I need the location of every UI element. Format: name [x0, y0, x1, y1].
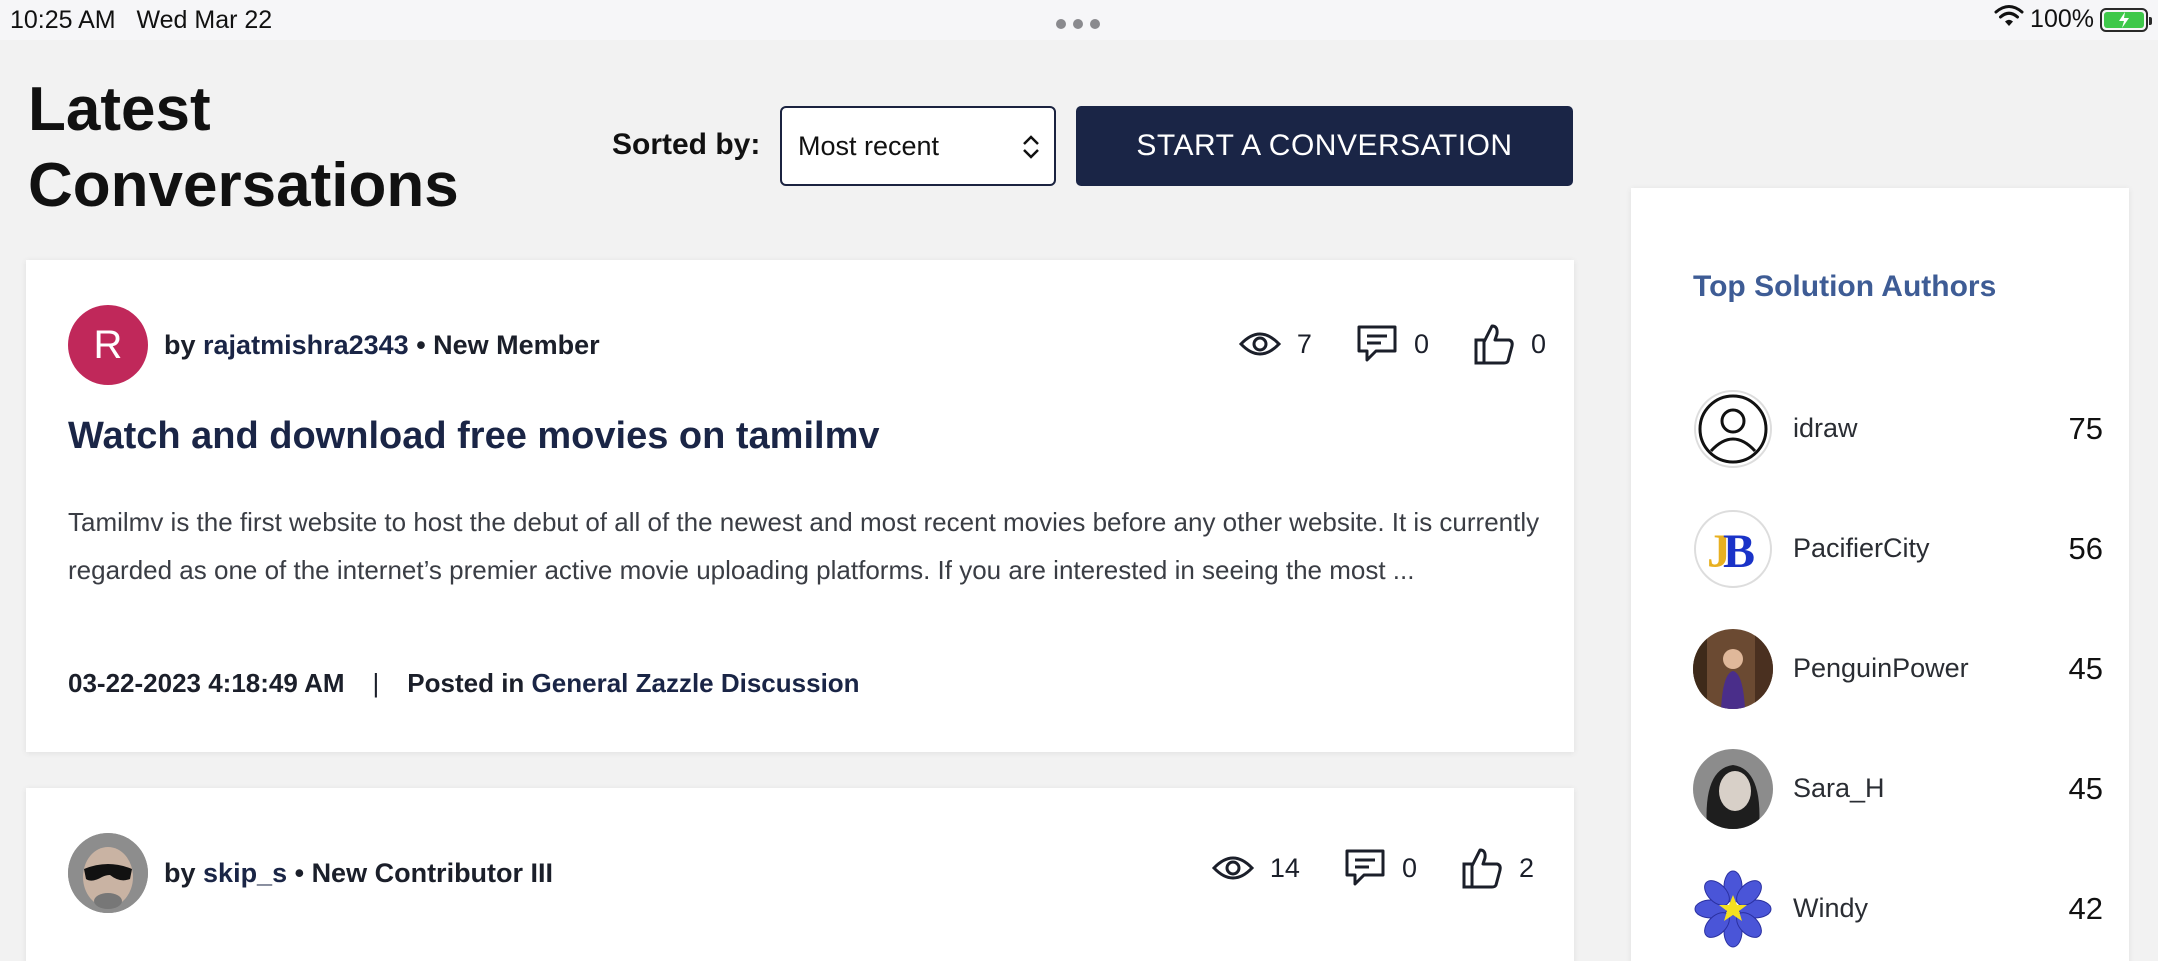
start-conversation-button[interactable]: START A CONVERSATION: [1076, 106, 1573, 186]
replies-count: 0: [1413, 328, 1429, 359]
replies-stat: 0: [1344, 848, 1417, 888]
battery-icon: [2100, 7, 2152, 32]
kudos-stat[interactable]: 0: [1473, 322, 1546, 366]
views-stat: 7: [1238, 328, 1312, 360]
chevron-updown-icon: [1023, 135, 1039, 159]
sort-select[interactable]: Most recent: [780, 106, 1056, 186]
views-stat: 14: [1211, 852, 1300, 884]
sort-select-value: Most recent: [798, 130, 940, 161]
byline-prefix: by: [164, 858, 196, 888]
author-solution-count: 75: [2068, 411, 2103, 446]
author-link[interactable]: rajatmishra2343: [203, 330, 409, 360]
author-row[interactable]: idraw 75: [1693, 389, 2103, 469]
comment-icon: [1345, 849, 1385, 886]
author-name[interactable]: idraw: [1793, 413, 1858, 444]
views-count: 7: [1296, 328, 1312, 359]
author-row[interactable]: JB PacifierCity 56: [1693, 509, 2103, 589]
author-solution-count: 45: [2068, 651, 2103, 686]
post-excerpt: Tamilmv is the first website to host the…: [68, 507, 1540, 585]
posted-in-label: Posted in: [407, 668, 525, 698]
kudos-stat[interactable]: 2: [1461, 846, 1534, 890]
byline-prefix: by: [164, 330, 196, 360]
author-row[interactable]: Windy 42: [1693, 869, 2103, 949]
author-solution-count: 56: [2068, 531, 2103, 566]
sort-label: Sorted by:: [612, 128, 761, 161]
status-time-date: 10:25 AM Wed Mar 22: [10, 6, 272, 35]
conversation-card: R by rajatmishra2343 • New Member 7 0 0 …: [26, 260, 1574, 752]
post-stats: 14 0 2: [1211, 846, 1534, 890]
avatar[interactable]: [1693, 749, 1773, 829]
eye-icon: [1238, 332, 1281, 356]
sidebar-title: Top Solution Authors: [1693, 270, 1997, 303]
author-rank: • New Member: [416, 330, 600, 360]
eye-icon: [1211, 856, 1254, 880]
post-stats: 7 0 0: [1238, 322, 1546, 366]
board-link[interactable]: General Zazzle Discussion: [532, 668, 860, 699]
svg-text:B: B: [1723, 525, 1755, 578]
status-date: Wed Mar 22: [136, 6, 273, 34]
status-time: 10:25 AM: [10, 6, 116, 34]
author-solution-count: 45: [2068, 771, 2103, 806]
avatar[interactable]: [1693, 629, 1773, 709]
battery-percent: 100%: [2030, 5, 2094, 33]
post-byline: by rajatmishra2343 • New Member: [164, 330, 600, 361]
author-solution-count: 42: [2068, 891, 2103, 926]
replies-count: 0: [1401, 852, 1417, 883]
author-rank: • New Contributor III: [294, 858, 554, 888]
avatar[interactable]: [68, 833, 148, 913]
status-bar: 10:25 AM Wed Mar 22 100%: [0, 0, 2158, 40]
meta-separator: |: [372, 668, 380, 698]
status-right: 100%: [1994, 4, 2152, 35]
post-title-link[interactable]: Watch and download free movies on tamilm…: [68, 415, 880, 458]
author-row[interactable]: Sara_H 45: [1693, 749, 2103, 829]
author-name[interactable]: PenguinPower: [1793, 653, 1969, 684]
post-date: 03-22-2023 4:18:49 AM: [68, 668, 345, 698]
author-link[interactable]: skip_s: [203, 858, 287, 888]
author-row[interactable]: PenguinPower 45: [1693, 629, 2103, 709]
comment-icon: [1357, 325, 1397, 362]
author-name[interactable]: Sara_H: [1793, 773, 1885, 804]
wifi-icon: [1994, 4, 2024, 35]
replies-stat: 0: [1356, 324, 1429, 364]
author-name[interactable]: PacifierCity: [1793, 533, 1930, 564]
avatar[interactable]: [1693, 869, 1773, 949]
multitasking-dots-icon[interactable]: [1056, 19, 1100, 29]
thumbs-up-icon[interactable]: [1473, 322, 1515, 366]
top-solution-authors-panel: Top Solution Authors idraw 75 JB Pacifie…: [1631, 188, 2129, 961]
thumbs-up-icon[interactable]: [1461, 846, 1503, 890]
kudos-count: 2: [1518, 852, 1534, 883]
avatar[interactable]: R: [68, 305, 148, 385]
avatar[interactable]: JB: [1693, 509, 1773, 589]
post-byline: by skip_s • New Contributor III: [164, 858, 553, 889]
kudos-count: 0: [1530, 328, 1546, 359]
page-title: Latest Conversations: [28, 75, 459, 220]
views-count: 14: [1269, 852, 1300, 883]
avatar[interactable]: [1693, 389, 1773, 469]
post-meta: 03-22-2023 4:18:49 AM | Posted in Genera…: [68, 668, 860, 699]
author-name[interactable]: Windy: [1793, 893, 1868, 924]
conversation-card: by skip_s • New Contributor III 14 0 2: [26, 788, 1574, 961]
